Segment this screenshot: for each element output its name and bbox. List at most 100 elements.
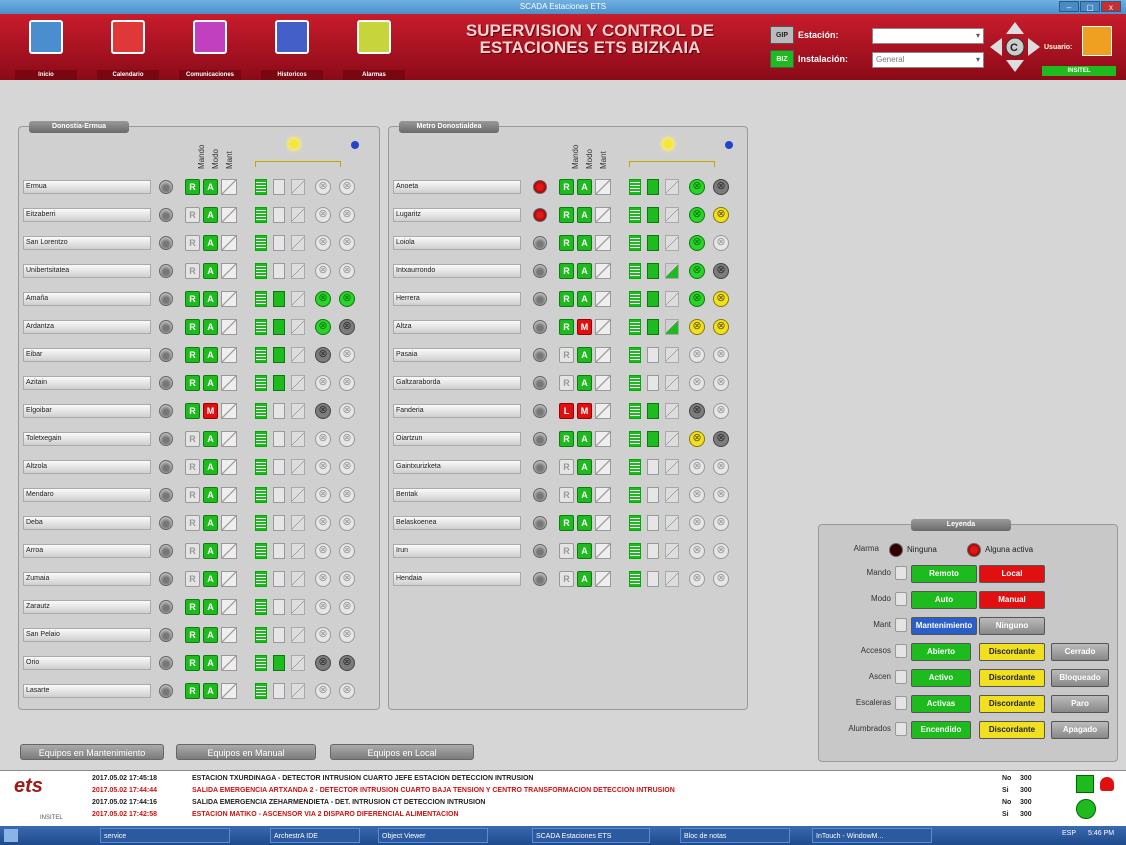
mando-indicator[interactable]: R [185, 515, 200, 531]
station-name[interactable]: Azitain [23, 376, 151, 390]
mando-indicator[interactable]: R [185, 571, 200, 587]
maintenance-icon[interactable] [221, 263, 237, 279]
maintenance-icon[interactable] [221, 375, 237, 391]
close-button[interactable]: x [1101, 1, 1121, 12]
station-name[interactable]: Galtzaraborda [393, 376, 521, 390]
station-name[interactable]: Zumaia [23, 572, 151, 586]
maintenance-icon[interactable] [595, 291, 611, 307]
mando-indicator[interactable]: R [559, 263, 574, 279]
mando-indicator[interactable]: R [559, 459, 574, 475]
station-name[interactable]: Amaña [23, 292, 151, 306]
station-name[interactable]: Altza [393, 320, 521, 334]
mando-indicator[interactable]: R [559, 319, 574, 335]
nav-button-4[interactable]: Alarmas [343, 20, 405, 80]
minimize-button[interactable]: – [1059, 1, 1079, 12]
modo-indicator[interactable]: A [203, 235, 218, 251]
mando-indicator[interactable]: R [185, 179, 200, 195]
mando-indicator[interactable]: R [559, 291, 574, 307]
mando-indicator[interactable]: R [185, 403, 200, 419]
maintenance-icon[interactable] [221, 655, 237, 671]
mando-indicator[interactable]: R [559, 487, 574, 503]
modo-indicator[interactable]: A [203, 543, 218, 559]
mando-indicator[interactable]: R [185, 543, 200, 559]
mando-indicator[interactable]: L [559, 403, 574, 419]
biz-button[interactable]: BIZ [770, 50, 794, 68]
modo-indicator[interactable]: A [577, 291, 592, 307]
modo-indicator[interactable]: M [577, 319, 592, 335]
station-name[interactable]: Ardantza [23, 320, 151, 334]
station-name[interactable]: Bentak [393, 488, 521, 502]
taskbar-item[interactable]: service [100, 828, 230, 843]
navigation-arrows-icon[interactable]: C [988, 20, 1042, 74]
maintenance-icon[interactable] [221, 627, 237, 643]
mando-indicator[interactable]: R [185, 655, 200, 671]
check-icon[interactable] [1076, 775, 1094, 793]
modo-indicator[interactable]: A [577, 347, 592, 363]
bell-icon[interactable] [1100, 777, 1114, 791]
mando-indicator[interactable]: R [559, 571, 574, 587]
mando-indicator[interactable]: R [559, 543, 574, 559]
station-name[interactable]: Zarautz [23, 600, 151, 614]
modo-indicator[interactable]: A [203, 319, 218, 335]
station-name[interactable]: Pasaia [393, 348, 521, 362]
maintenance-icon[interactable] [221, 543, 237, 559]
modo-indicator[interactable]: A [577, 543, 592, 559]
maintenance-icon[interactable] [595, 543, 611, 559]
modo-indicator[interactable]: A [203, 515, 218, 531]
modo-indicator[interactable]: A [203, 375, 218, 391]
maintenance-icon[interactable] [595, 207, 611, 223]
maintenance-icon[interactable] [221, 599, 237, 615]
station-name[interactable]: Eibar [23, 348, 151, 362]
maintenance-icon[interactable] [595, 571, 611, 587]
maintenance-icon[interactable] [221, 291, 237, 307]
modo-indicator[interactable]: A [203, 459, 218, 475]
equipos-local-button[interactable]: Equipos en Local [330, 744, 474, 760]
modo-indicator[interactable]: A [577, 431, 592, 447]
taskbar-item[interactable]: InTouch - WindowM... [812, 828, 932, 843]
maintenance-icon[interactable] [221, 319, 237, 335]
gip-button[interactable]: GIP [770, 26, 794, 44]
mando-indicator[interactable]: R [185, 291, 200, 307]
log-message[interactable]: SALIDA EMERGENCIA ARTXANDA 2 - DETECTOR … [192, 785, 992, 796]
maintenance-icon[interactable] [595, 403, 611, 419]
mando-indicator[interactable]: R [559, 515, 574, 531]
equipos-mantenimiento-button[interactable]: Equipos en Mantenimiento [20, 744, 164, 760]
maintenance-icon[interactable] [595, 179, 611, 195]
modo-indicator[interactable]: A [203, 431, 218, 447]
maintenance-icon[interactable] [221, 179, 237, 195]
maintenance-icon[interactable] [595, 347, 611, 363]
station-name[interactable]: Hendaia [393, 572, 521, 586]
maintenance-icon[interactable] [595, 375, 611, 391]
station-name[interactable]: Orio [23, 656, 151, 670]
taskbar-item[interactable]: SCADA Estaciones ETS [532, 828, 650, 843]
station-name[interactable]: Elgoibar [23, 404, 151, 418]
maintenance-icon[interactable] [221, 515, 237, 531]
mando-indicator[interactable]: R [559, 179, 574, 195]
maintenance-icon[interactable] [595, 431, 611, 447]
station-name[interactable]: Deba [23, 516, 151, 530]
mando-indicator[interactable]: R [185, 235, 200, 251]
mando-indicator[interactable]: R [559, 235, 574, 251]
modo-indicator[interactable]: A [577, 515, 592, 531]
modo-indicator[interactable]: A [203, 683, 218, 699]
maintenance-icon[interactable] [221, 459, 237, 475]
modo-indicator[interactable]: A [203, 571, 218, 587]
maintenance-icon[interactable] [221, 431, 237, 447]
mando-indicator[interactable]: R [185, 347, 200, 363]
station-name[interactable]: Lasarte [23, 684, 151, 698]
station-name[interactable]: Arroa [23, 544, 151, 558]
station-name[interactable]: Mendaro [23, 488, 151, 502]
nav-button-1[interactable]: Calendario [97, 20, 159, 80]
maintenance-icon[interactable] [221, 207, 237, 223]
modo-indicator[interactable]: A [203, 291, 218, 307]
station-name[interactable]: Anoeta [393, 180, 521, 194]
modo-indicator[interactable]: A [203, 179, 218, 195]
modo-indicator[interactable]: A [203, 655, 218, 671]
mando-indicator[interactable]: R [559, 207, 574, 223]
maintenance-icon[interactable] [595, 319, 611, 335]
maintenance-icon[interactable] [221, 683, 237, 699]
equipos-manual-button[interactable]: Equipos en Manual [176, 744, 316, 760]
estacion-select[interactable]: ▾ [872, 28, 984, 44]
maintenance-icon[interactable] [595, 263, 611, 279]
maintenance-icon[interactable] [595, 235, 611, 251]
